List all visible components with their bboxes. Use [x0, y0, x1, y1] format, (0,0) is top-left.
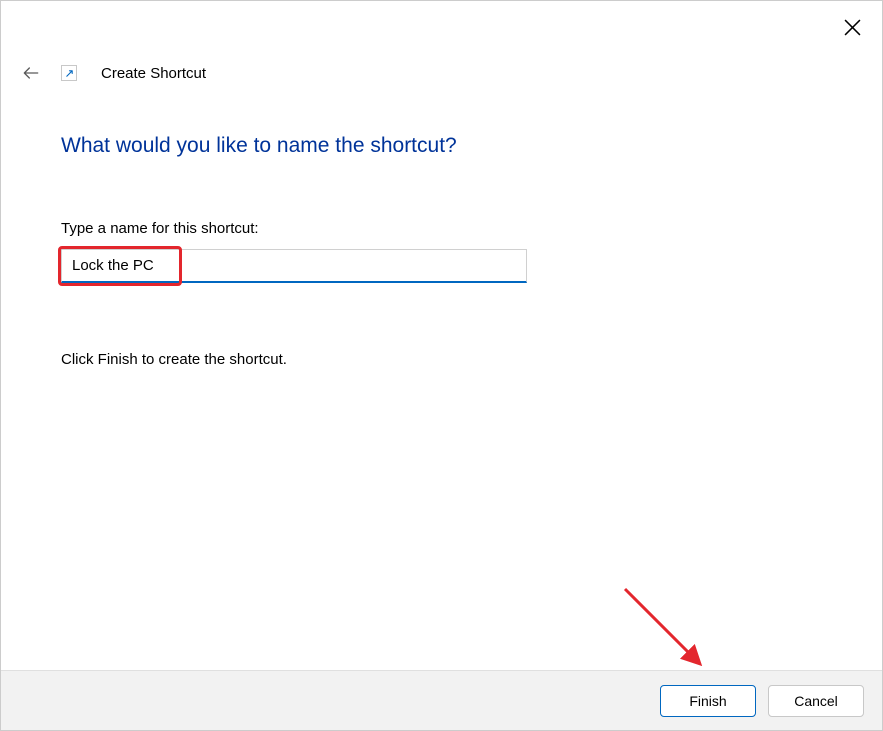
name-input-wrap [61, 249, 527, 283]
close-button[interactable] [840, 15, 864, 39]
finish-button[interactable]: Finish [660, 685, 756, 717]
shortcut-icon [61, 65, 77, 81]
close-icon [844, 19, 861, 36]
back-arrow-icon [21, 63, 41, 83]
instruction-text: Click Finish to create the shortcut. [61, 351, 822, 368]
back-button[interactable] [19, 61, 43, 85]
name-field-label: Type a name for this shortcut: [61, 220, 822, 237]
content-area: What would you like to name the shortcut… [61, 134, 822, 368]
wizard-title: Create Shortcut [101, 65, 206, 82]
page-heading: What would you like to name the shortcut… [61, 134, 822, 158]
footer-bar: Finish Cancel [1, 670, 882, 730]
shortcut-name-input[interactable] [61, 249, 527, 283]
cancel-button[interactable]: Cancel [768, 685, 864, 717]
header-row: Create Shortcut [19, 61, 206, 85]
